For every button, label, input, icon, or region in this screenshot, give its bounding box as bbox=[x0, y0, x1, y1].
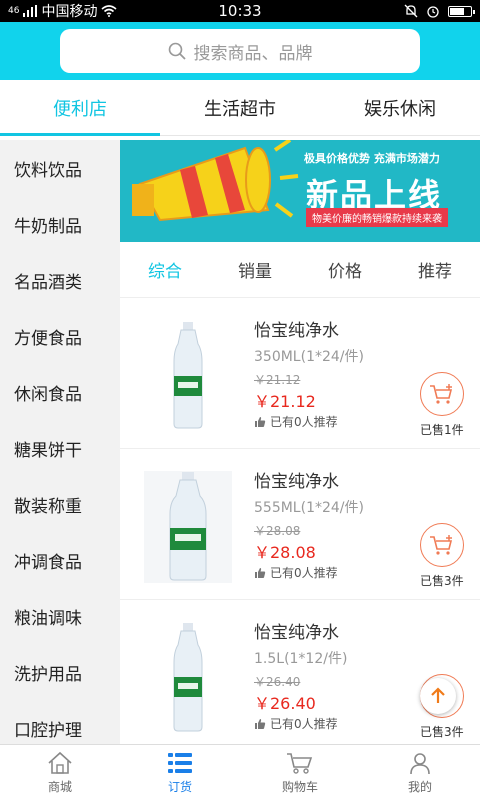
tab-convenience-store[interactable]: 便利店 bbox=[0, 80, 160, 136]
search-placeholder: 搜索商品、品牌 bbox=[193, 43, 313, 64]
store-tabs: 便利店 生活超市 娱乐休闲 bbox=[0, 80, 480, 136]
product-sold: 已售1件 bbox=[420, 423, 464, 437]
add-to-cart-button[interactable] bbox=[420, 523, 464, 567]
recommend-text: 已有0人推荐 bbox=[270, 566, 338, 580]
status-bar: 46 中国移动 10:33 bbox=[0, 0, 480, 22]
category-item[interactable]: 冲调食品 bbox=[0, 532, 120, 588]
banner-strip: 物美价廉的畅销爆款持续来袭 bbox=[306, 208, 448, 227]
tab-label: 生活超市 bbox=[204, 98, 276, 120]
product-name: 怡宝纯净水 bbox=[254, 623, 339, 643]
add-to-cart-button[interactable] bbox=[420, 372, 464, 416]
product-name: 怡宝纯净水 bbox=[254, 321, 339, 341]
nav-label: 商城 bbox=[47, 779, 72, 794]
product-spec: 1.5L(1*12/件) bbox=[254, 651, 348, 667]
product-spec: 350ML(1*24/件) bbox=[254, 349, 364, 365]
recommend-text: 已有0人推荐 bbox=[270, 717, 338, 731]
tab-label: 便利店 bbox=[53, 98, 107, 120]
thumbs-up-icon bbox=[255, 718, 266, 729]
category-item[interactable]: 粮油调味 bbox=[0, 588, 120, 644]
search-input[interactable]: 搜索商品、品牌 bbox=[60, 29, 420, 73]
product-item[interactable]: 怡宝纯净水 1.5L(1*12/件) ￥26.40 ￥26.40 已有0人推荐 … bbox=[120, 600, 480, 744]
battery-icon bbox=[448, 5, 475, 17]
category-item[interactable]: 方便食品 bbox=[0, 308, 120, 364]
tab-entertainment[interactable]: 娱乐休闲 bbox=[320, 80, 480, 135]
product-list: 怡宝纯净水 350ML(1*24/件) ￥21.12 ￥21.12 已有0人推荐… bbox=[120, 298, 480, 744]
product-sold: 已售3件 bbox=[420, 574, 464, 588]
product-spec: 555ML(1*24/件) bbox=[254, 500, 364, 516]
tab-label: 娱乐休闲 bbox=[364, 98, 436, 120]
cart-plus-icon bbox=[430, 535, 453, 555]
nav-profile[interactable]: 我的 bbox=[360, 745, 480, 800]
product-old-price: ￥21.12 bbox=[254, 373, 301, 387]
nav-label: 购物车 bbox=[281, 779, 318, 794]
category-item[interactable]: 散装称重 bbox=[0, 476, 120, 532]
product-recommend: 已有0人推荐 bbox=[254, 715, 338, 732]
status-left: 46 中国移动 bbox=[8, 1, 117, 21]
sort-sales[interactable]: 销量 bbox=[210, 242, 300, 297]
category-list: 饮料饮品 牛奶制品 名品酒类 方便食品 休闲食品 糖果饼干 散装称重 冲调食品 … bbox=[0, 140, 120, 744]
user-icon bbox=[410, 752, 430, 774]
mute-bell-icon bbox=[404, 4, 418, 18]
product-image bbox=[144, 622, 232, 734]
product-name: 怡宝纯净水 bbox=[254, 472, 339, 492]
nav-home[interactable]: 商城 bbox=[0, 745, 120, 800]
thumbs-up-icon bbox=[255, 416, 266, 427]
signal-icon bbox=[23, 5, 38, 17]
category-item[interactable]: 牛奶制品 bbox=[0, 196, 120, 252]
cart-icon bbox=[287, 752, 313, 774]
category-item[interactable]: 休闲食品 bbox=[0, 364, 120, 420]
search-icon bbox=[168, 42, 186, 60]
product-recommend: 已有0人推荐 bbox=[254, 564, 338, 581]
category-item[interactable]: 口腔护理 bbox=[0, 700, 120, 744]
category-item[interactable]: 饮料饮品 bbox=[0, 140, 120, 196]
signal-label: 46 bbox=[8, 6, 20, 16]
product-recommend: 已有0人推荐 bbox=[254, 413, 338, 430]
list-icon bbox=[168, 752, 192, 773]
product-item[interactable]: 怡宝纯净水 350ML(1*24/件) ￥21.12 ￥21.12 已有0人推荐… bbox=[120, 298, 480, 449]
nav-cart[interactable]: 购物车 bbox=[240, 745, 360, 800]
sort-price[interactable]: 价格 bbox=[300, 242, 390, 297]
product-price: ￥26.40 bbox=[254, 694, 316, 713]
product-price: ￥21.12 bbox=[254, 392, 316, 411]
cart-plus-icon bbox=[430, 384, 453, 404]
sort-comprehensive[interactable]: 综合 bbox=[120, 242, 210, 297]
product-image bbox=[144, 471, 232, 583]
product-image bbox=[144, 320, 232, 432]
product-old-price: ￥28.08 bbox=[254, 524, 301, 538]
wifi-icon bbox=[101, 5, 117, 17]
arrow-up-icon bbox=[431, 687, 445, 703]
nav-label: 订货 bbox=[167, 779, 192, 794]
tab-supermarket[interactable]: 生活超市 bbox=[160, 80, 320, 135]
category-item[interactable]: 洗护用品 bbox=[0, 644, 120, 700]
product-price: ￥28.08 bbox=[254, 543, 316, 562]
product-sold: 已售3件 bbox=[420, 725, 464, 739]
megaphone-icon bbox=[132, 140, 299, 222]
scroll-top-button[interactable] bbox=[420, 678, 456, 714]
banner-tagline: 极具价格优势 充满市场潜力 bbox=[304, 152, 440, 165]
sort-recommend[interactable]: 推荐 bbox=[390, 242, 480, 297]
category-item[interactable]: 名品酒类 bbox=[0, 252, 120, 308]
recommend-text: 已有0人推荐 bbox=[270, 415, 338, 429]
search-header: 搜索商品、品牌 bbox=[0, 22, 480, 80]
nav-label: 我的 bbox=[407, 779, 432, 794]
thumbs-up-icon bbox=[255, 567, 266, 578]
product-old-price: ￥26.40 bbox=[254, 675, 301, 689]
alarm-icon bbox=[427, 6, 439, 18]
product-item[interactable]: 怡宝纯净水 555ML(1*24/件) ￥28.08 ￥28.08 已有0人推荐… bbox=[120, 449, 480, 600]
nav-order[interactable]: 订货 bbox=[120, 745, 240, 800]
bottom-nav: 商城 订货 购物车 我的 bbox=[0, 744, 480, 800]
home-icon bbox=[48, 751, 72, 774]
sort-bar: 综合 销量 价格 推荐 bbox=[120, 242, 480, 298]
status-right bbox=[404, 4, 475, 18]
category-item[interactable]: 糖果饼干 bbox=[0, 420, 120, 476]
carrier-name: 中国移动 bbox=[41, 4, 98, 20]
promo-banner[interactable]: 极具价格优势 充满市场潜力 新品上线 物美价廉的畅销爆款持续来袭 bbox=[120, 140, 480, 242]
